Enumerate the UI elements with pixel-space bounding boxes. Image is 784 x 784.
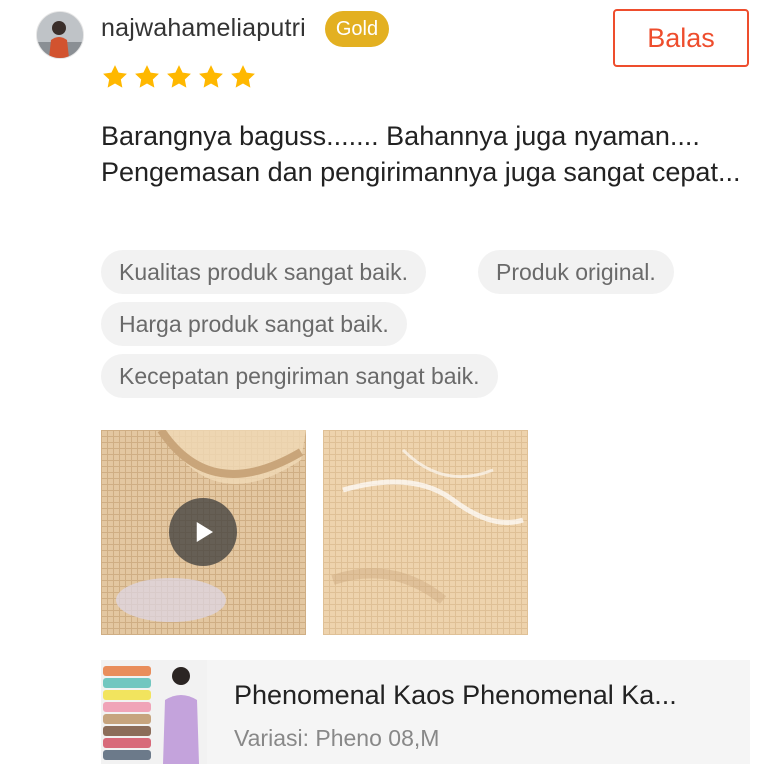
star-icon <box>167 65 191 88</box>
review-text: Barangnya baguss....... Bahannya juga ny… <box>101 121 741 187</box>
review-tag: Harga produk sangat baik. <box>101 302 407 346</box>
play-button[interactable] <box>169 498 237 566</box>
star-icon <box>199 65 223 88</box>
rating-stars <box>101 63 257 91</box>
product-variant: Variasi: Pheno 08,M <box>234 725 440 751</box>
review-tag: Produk original. <box>478 250 674 294</box>
reply-button[interactable]: Balas <box>613 9 749 67</box>
star-icon <box>135 65 159 88</box>
review-video-thumbnail[interactable] <box>101 430 306 635</box>
product-image <box>101 660 207 764</box>
review-photo-thumbnail[interactable] <box>323 430 528 635</box>
star-icon <box>103 65 127 88</box>
avatar[interactable] <box>36 11 84 59</box>
member-badge: Gold <box>325 11 389 47</box>
username: najwahameliaputri <box>101 14 306 42</box>
play-icon <box>196 522 213 542</box>
product-card[interactable]: Phenomenal Kaos Phenomenal Ka... Variasi… <box>101 660 750 764</box>
review-tag: Kecepatan pengiriman sangat baik. <box>101 354 498 398</box>
review-tag: Kualitas produk sangat baik. <box>101 250 426 294</box>
star-icon <box>231 65 255 88</box>
product-title: Phenomenal Kaos Phenomenal Ka... <box>234 680 677 710</box>
